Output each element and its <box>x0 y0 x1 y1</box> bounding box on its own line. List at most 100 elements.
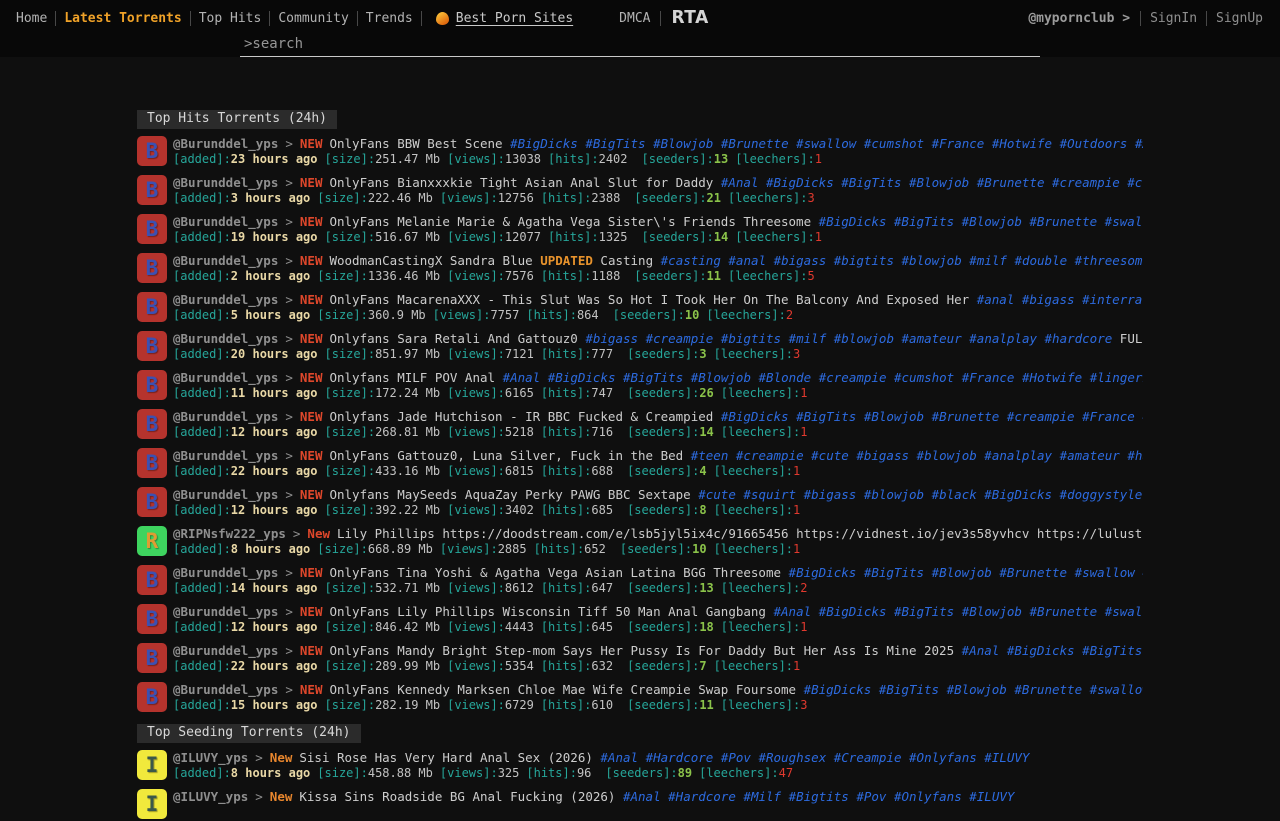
tag-link[interactable]: #Hotwife <box>1022 370 1082 385</box>
tag-link[interactable]: #BigDicks <box>984 487 1052 502</box>
tag-link[interactable]: #ha… <box>1127 448 1143 463</box>
tag-link[interactable]: #threesome… <box>1075 253 1143 268</box>
tag-link[interactable]: #Anal <box>721 175 759 190</box>
tag-link[interactable]: #amateur <box>902 331 962 346</box>
tag-link[interactable]: #Pov <box>856 789 886 804</box>
tag-link[interactable]: #BigTits <box>623 370 683 385</box>
tag-link[interactable]: #doggystyle <box>1060 487 1143 502</box>
tag-link[interactable]: #Creampie <box>834 750 902 765</box>
tag-link[interactable]: #Brunette <box>999 565 1067 580</box>
uploader-link[interactable]: @Burunddel_yps <box>173 409 278 424</box>
search-input[interactable] <box>240 35 1040 56</box>
torrent-link[interactable]: OnlyFans Kennedy Marksen Chloe Mae Wife … <box>329 682 1143 697</box>
uploader-link[interactable]: @Burunddel_yps <box>173 331 278 346</box>
tag-link[interactable]: #bigtits <box>721 331 781 346</box>
account-handle[interactable]: @mypornclub > <box>1018 11 1140 26</box>
uploader-link[interactable]: @ILUVY_yps <box>173 750 248 765</box>
tag-link[interactable]: #bigass <box>774 253 827 268</box>
tag-link[interactable]: #A… <box>1135 136 1143 151</box>
tag-link[interactable]: #Bigtits <box>789 789 849 804</box>
tag-link[interactable]: #bigass <box>585 331 638 346</box>
tag-link[interactable]: #Blowjob <box>962 214 1022 229</box>
uploader-link[interactable]: @Burunddel_yps <box>173 370 278 385</box>
tag-link[interactable]: #BigDicks <box>721 409 789 424</box>
tag-link[interactable]: #bigass <box>856 448 909 463</box>
tag-link[interactable]: #cute <box>698 487 736 502</box>
tag-link[interactable]: #ILUVY <box>969 789 1014 804</box>
tag-link[interactable]: #Onlyfans <box>909 750 977 765</box>
tag-link[interactable]: #Brunette <box>1014 682 1082 697</box>
torrent-link[interactable]: Sisi Rose Has Very Hard Anal Sex (2026) … <box>299 750 1029 765</box>
uploader-avatar[interactable]: I <box>137 750 167 780</box>
tag-link[interactable]: #bigtits <box>834 253 894 268</box>
torrent-link[interactable]: OnlyFans Tina Yoshi & Agatha Vega Asian … <box>329 565 1143 580</box>
torrent-link[interactable]: OnlyFans MacarenaXXX - This Slut Was So … <box>329 292 1143 307</box>
uploader-link[interactable]: @Burunddel_yps <box>173 604 278 619</box>
tag-link[interactable]: #… <box>1142 409 1143 424</box>
uploader-avatar[interactable]: B <box>137 253 167 283</box>
uploader-link[interactable]: @Burunddel_yps <box>173 292 278 307</box>
uploader-link[interactable]: @Burunddel_yps <box>173 175 278 190</box>
torrent-link[interactable]: OnlyFans Mandy Bright Step-mom Says Her … <box>329 643 1143 658</box>
best-porn-sites-link[interactable]: Best Porn Sites <box>436 11 573 26</box>
tag-link[interactable]: #blowjob <box>917 448 977 463</box>
tag-link[interactable]: #analplay <box>969 331 1037 346</box>
torrent-link[interactable]: OnlyFans Melanie Marie & Agatha Vega Sis… <box>329 214 1143 229</box>
tag-link[interactable]: #France <box>1082 409 1135 424</box>
dmca-link[interactable]: DMCA <box>609 11 660 26</box>
tag-link[interactable]: #Blowjob <box>962 604 1022 619</box>
tag-link[interactable]: #creampie <box>646 331 714 346</box>
tag-link[interactable]: #Anal <box>962 643 1000 658</box>
tag-link[interactable]: #Anal <box>600 750 638 765</box>
tag-link[interactable]: #cumshot <box>894 370 954 385</box>
uploader-avatar[interactable]: B <box>137 565 167 595</box>
tag-link[interactable]: #BigDicks <box>1007 643 1075 658</box>
tag-link[interactable]: #BigTits <box>879 682 939 697</box>
tag-link[interactable]: #double <box>1014 253 1067 268</box>
tag-link[interactable]: #Brunette <box>932 409 1000 424</box>
tag-link[interactable]: #BigDicks <box>548 370 616 385</box>
uploader-avatar[interactable]: B <box>137 487 167 517</box>
tag-link[interactable]: #… <box>1142 565 1143 580</box>
tag-link[interactable]: #teen <box>691 448 729 463</box>
uploader-avatar[interactable]: B <box>137 331 167 361</box>
tag-link[interactable]: #BigDicks <box>789 565 857 580</box>
tag-link[interactable]: #swallow <box>1075 565 1135 580</box>
tag-link[interactable]: #swall… <box>1105 214 1143 229</box>
tag-link[interactable]: #lingeri… <box>1090 370 1143 385</box>
tag-link[interactable]: #squirt <box>743 487 796 502</box>
tag-link[interactable]: #creampie <box>736 448 804 463</box>
nav-item-top-hits[interactable]: Top Hits <box>191 11 270 26</box>
tag-link[interactable]: #Blowjob <box>653 136 713 151</box>
tag-link[interactable]: #cu… <box>1127 175 1143 190</box>
tag-link[interactable]: #Brunette <box>721 136 789 151</box>
tag-link[interactable]: #anal <box>728 253 766 268</box>
tag-link[interactable]: #Onlyfans <box>894 789 962 804</box>
tag-link[interactable]: #BigDicks <box>766 175 834 190</box>
tag-link[interactable]: #Blowjob <box>932 565 992 580</box>
tag-link[interactable]: #Hardcore <box>646 750 714 765</box>
tag-link[interactable]: #Brunette <box>1029 604 1097 619</box>
tag-link[interactable]: #Blowjob <box>864 409 924 424</box>
uploader-avatar[interactable]: B <box>137 175 167 205</box>
torrent-link[interactable]: Onlyfans MILF POV Anal #Anal #BigDicks #… <box>329 370 1143 385</box>
nav-item-community[interactable]: Community <box>270 11 356 26</box>
tag-link[interactable]: #swall… <box>1105 604 1143 619</box>
uploader-link[interactable]: @RIPNsfw222_yps <box>173 526 286 541</box>
uploader-link[interactable]: @Burunddel_yps <box>173 565 278 580</box>
nav-item-trends[interactable]: Trends <box>358 11 421 26</box>
torrent-link[interactable]: WoodmanCastingX Sandra Blue UPDATED Cast… <box>329 253 1143 268</box>
tag-link[interactable]: #interrac… <box>1082 292 1143 307</box>
tag-link[interactable]: #milf <box>789 331 827 346</box>
uploader-avatar[interactable]: B <box>137 292 167 322</box>
tag-link[interactable]: #Roughsex <box>758 750 826 765</box>
torrent-link[interactable]: Kissa Sins Roadside BG Anal Fucking (202… <box>299 789 1014 804</box>
tag-link[interactable]: #France <box>932 136 985 151</box>
tag-link[interactable]: #Blonde <box>759 370 812 385</box>
uploader-avatar[interactable]: B <box>137 370 167 400</box>
tag-link[interactable]: #BigDicks <box>510 136 578 151</box>
signup-link[interactable]: SignUp <box>1207 11 1272 26</box>
nav-item-home[interactable]: Home <box>8 11 55 26</box>
uploader-avatar[interactable]: I <box>137 789 167 819</box>
uploader-link[interactable]: @Burunddel_yps <box>173 487 278 502</box>
